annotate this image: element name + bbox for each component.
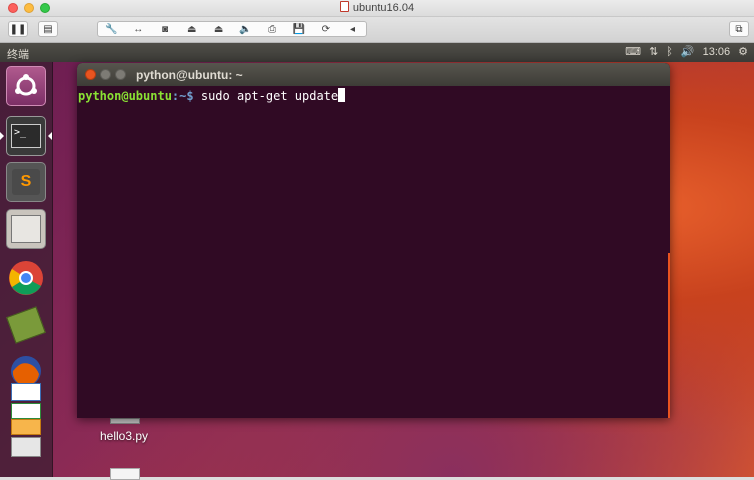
panel-indicators: ⌨ ⇅ ᛒ 🔊 13:06 ⚙ (625, 45, 748, 59)
resize-arrows-icon[interactable]: ↔ (131, 24, 145, 35)
terminal-titlebar[interactable]: python@ubuntu: ~ (77, 63, 670, 86)
window-maximize-button[interactable] (115, 69, 126, 80)
active-app-name: 终端 (7, 49, 29, 61)
save-icon[interactable]: 💾 (292, 24, 306, 35)
settings-wrench-icon[interactable]: 🔧 (104, 24, 118, 35)
terminal-title: python@ubuntu: ~ (136, 68, 243, 82)
focus-indicator (48, 132, 52, 140)
window-close-button[interactable] (85, 69, 96, 80)
file-icon[interactable] (110, 418, 140, 424)
ubuntu-top-panel: 终端 ⌨ ⇅ ᛒ 🔊 13:06 ⚙ (0, 43, 754, 62)
terminal-icon[interactable]: >_ (6, 116, 46, 156)
sync-icon[interactable]: ⟳ (319, 24, 333, 35)
keyboard-icon[interactable]: ⌨ (625, 45, 641, 58)
file-icon[interactable] (110, 468, 140, 480)
chevron-left-icon[interactable]: ◂ (346, 24, 360, 35)
terminal-content[interactable]: python@ubuntu:~$ sudo apt-get update (78, 88, 346, 103)
files-icon[interactable] (6, 209, 46, 249)
prompt-user: python@ubuntu (78, 89, 172, 103)
bluetooth-icon[interactable]: ᛒ (666, 46, 673, 58)
running-indicator (0, 132, 4, 140)
sublime-text-icon[interactable]: S (6, 162, 46, 202)
drive-icon[interactable]: ⏏ (185, 24, 199, 35)
snapshot-button[interactable]: ▤ (38, 21, 58, 37)
fullscreen-button[interactable]: ⧉ (729, 21, 749, 37)
terminal-command: sudo apt-get update (200, 89, 339, 103)
printer-icon[interactable]: ⎙ (265, 24, 279, 35)
chrome-icon[interactable] (6, 258, 46, 298)
host-window-title: ubuntu16.04 (0, 1, 754, 14)
disk-icon[interactable]: ◙ (158, 24, 172, 35)
network-icon[interactable]: ⇅ (649, 45, 658, 58)
volume-icon[interactable]: 🔊 (681, 45, 695, 58)
gear-icon[interactable]: ⚙ (738, 45, 748, 58)
host-title-text: ubuntu16.04 (352, 2, 415, 14)
terminal-scrollbar[interactable] (668, 253, 670, 418)
sound-icon[interactable]: 🔈 (238, 24, 252, 35)
vm-document-icon (339, 1, 349, 12)
libreoffice-impress-icon[interactable] (6, 418, 46, 436)
pause-button[interactable]: ❚❚ (8, 21, 28, 37)
clock[interactable]: 13:06 (703, 46, 731, 58)
host-titlebar: ubuntu16.04 (0, 0, 754, 17)
software-center-icon[interactable] (6, 436, 46, 458)
libreoffice-writer-icon[interactable] (6, 382, 46, 402)
desktop-file-label[interactable]: hello3.py (100, 429, 148, 443)
terminal-window[interactable]: python@ubuntu: ~ python@ubuntu:~$ sudo a… (77, 63, 670, 418)
device-toolbar: 🔧 ↔ ◙ ⏏ ⏏ 🔈 ⎙ 💾 ⟳ ◂ (97, 21, 367, 37)
cd-drive-icon[interactable]: ⏏ (212, 24, 226, 35)
books-icon[interactable] (6, 305, 46, 345)
ubuntu-dash-icon[interactable] (6, 66, 46, 106)
prompt-path: :~$ (171, 89, 194, 103)
window-minimize-button[interactable] (100, 69, 111, 80)
unity-launcher: >_ S (0, 62, 53, 477)
text-cursor (338, 88, 346, 102)
host-toolbar: ❚❚ ▤ 🔧 ↔ ◙ ⏏ ⏏ 🔈 ⎙ 💾 ⟳ ◂ ⧉ (0, 17, 754, 43)
